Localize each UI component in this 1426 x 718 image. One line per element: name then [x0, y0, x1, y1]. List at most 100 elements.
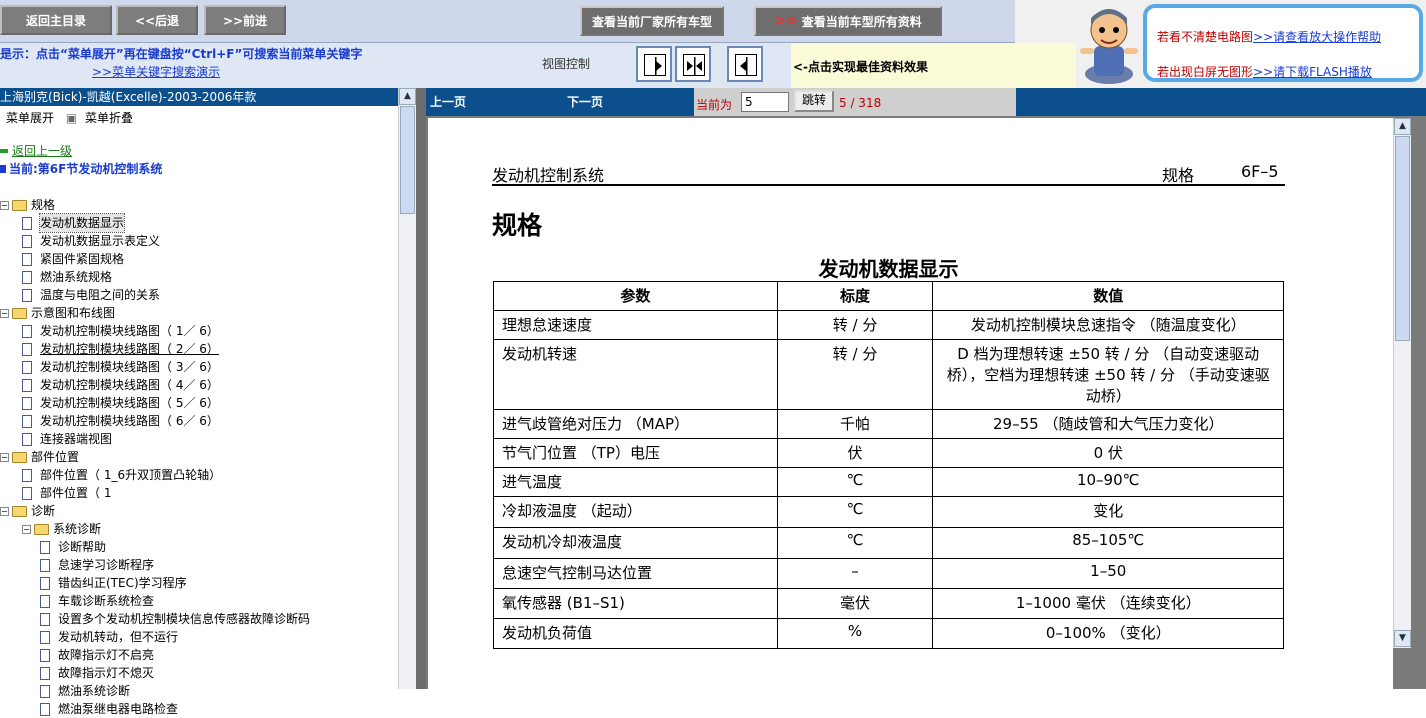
- tree-item[interactable]: 故障指示灯不熄灭: [40, 664, 154, 682]
- page-number-input[interactable]: [741, 92, 789, 112]
- collapse-toggle-icon[interactable]: −: [0, 506, 9, 516]
- collapse-toggle-icon[interactable]: −: [0, 308, 9, 318]
- folder-icon: [34, 523, 49, 535]
- tree-item[interactable]: 车载诊断系统检查: [40, 592, 154, 610]
- tree-item[interactable]: 设置多个发动机控制模块信息传感器故障诊断码: [40, 610, 310, 628]
- page-icon: [22, 288, 32, 302]
- param-cell: 节气门位置 （TP）电压: [493, 438, 778, 468]
- tree-item[interactable]: 发动机转动，但不运行: [40, 628, 178, 646]
- page-icon: [40, 648, 50, 662]
- tree-item[interactable]: 紧固件紧固规格: [22, 250, 124, 268]
- view-left-button[interactable]: [727, 46, 763, 82]
- collapse-box-icon: ▣: [65, 111, 78, 125]
- arrow-left-icon: [740, 57, 748, 75]
- menu-collapse-button[interactable]: 菜单折叠: [85, 111, 133, 125]
- flash-download-link[interactable]: >>请下载FLASH播放: [1253, 65, 1372, 79]
- scroll-thumb[interactable]: [400, 106, 415, 214]
- tree-label: 发动机转动，但不运行: [58, 630, 179, 644]
- view-split-button[interactable]: [675, 46, 711, 82]
- tree-item[interactable]: 故障指示灯不启亮: [40, 646, 154, 664]
- table-row: 节气门位置 （TP）电压伏 0 伏: [493, 438, 1284, 468]
- zoom-help-link[interactable]: >>请查看放大操作帮助: [1253, 30, 1381, 44]
- doc-scroll-down-icon[interactable]: ▼: [1394, 630, 1411, 647]
- tree-item[interactable]: 部件位置（ 1: [22, 484, 111, 502]
- page-icon: [40, 594, 50, 608]
- tree-folder[interactable]: − 诊断: [0, 502, 55, 520]
- tree-item[interactable]: 怠速学习诊断程序: [40, 556, 154, 574]
- tree-label: 故障指示灯不启亮: [58, 648, 155, 662]
- view-right-button[interactable]: [636, 46, 672, 82]
- tree-item[interactable]: 部件位置（ 1_6升双顶置凸轮轴）: [22, 466, 221, 484]
- tree-item[interactable]: 发动机数据显示表定义: [22, 232, 160, 250]
- document-viewer: 发动机控制系统 规格 6F–5 规格 发动机数据显示 参数 标度 数值 理想怠速速度…: [426, 116, 1426, 689]
- tree-folder[interactable]: − 规格: [0, 196, 55, 214]
- unit-cell: 千帕: [776, 409, 934, 439]
- all-docs-button[interactable]: >> 查看当前车型所有资料: [754, 6, 942, 36]
- table-header-row: 参数 标度 数值: [493, 281, 1284, 311]
- scroll-up-icon[interactable]: ▲: [399, 88, 416, 105]
- nav-row: 返回主目录 <<后退 >>前进 查看当前厂家所有车型 >> 查看当前车型所有资料: [0, 0, 1015, 43]
- collapse-toggle-icon[interactable]: −: [0, 452, 9, 462]
- search-hint: 是示：点击“菜单展开”再在键盘按“Ctrl+F”可搜索当前菜单关键字: [0, 47, 363, 61]
- tree-item[interactable]: 发动机控制模块线路图（ 5／ 6）: [22, 394, 219, 412]
- tree-folder[interactable]: − 系统诊断: [22, 520, 101, 538]
- param-cell: 冷却液温度 （起动）: [493, 496, 778, 528]
- param-cell: 进气歧管绝对压力 （MAP）: [493, 409, 778, 439]
- help-line-flash: 若出现白屏无图形>>请下载FLASH播放: [1157, 65, 1372, 79]
- page-icon: [22, 360, 32, 374]
- tree-label: 发动机数据显示: [38, 213, 126, 233]
- tree-folder[interactable]: − 部件位置: [0, 448, 79, 466]
- tree-label: 设置多个发动机控制模块信息传感器故障诊断码: [58, 612, 311, 626]
- page-icon: [40, 684, 50, 698]
- tree-item[interactable]: 发动机控制模块线路图（ 2／ 6）: [22, 340, 219, 358]
- search-demo-link[interactable]: >>菜单关键字搜索演示: [92, 63, 220, 80]
- table-row: 发动机冷却液温度 ℃ 85–105℃: [493, 527, 1284, 559]
- tree-item[interactable]: 燃油系统诊断: [40, 682, 130, 700]
- tree-item[interactable]: 错齿纠正(TEC)学习程序: [40, 574, 187, 592]
- tree-label: 燃油系统规格: [40, 270, 113, 284]
- value-cell: D 档为理想转速 ±50 转 / 分 （自动变速驱动桥），空档为理想转速 ±50…: [932, 339, 1284, 410]
- jump-button[interactable]: 跳转: [794, 90, 834, 112]
- tree-folder[interactable]: − 示意图和布线图: [0, 304, 115, 322]
- tree-item[interactable]: 发动机控制模块线路图（ 3／ 6）: [22, 358, 219, 376]
- tree-item[interactable]: 连接器端视图: [22, 430, 112, 448]
- doc-scroll-thumb[interactable]: [1395, 136, 1410, 341]
- unit-cell: 毫伏: [776, 588, 934, 619]
- home-button[interactable]: 返回主目录: [0, 5, 112, 35]
- menu-scrollbar[interactable]: ▲: [398, 88, 416, 689]
- tree-item[interactable]: 燃油泵继电器电路检查: [40, 700, 178, 718]
- tree-label: 规格: [31, 198, 56, 212]
- tree-label: 错齿纠正(TEC)学习程序: [58, 576, 187, 590]
- tree-item[interactable]: 诊断帮助: [40, 538, 106, 556]
- back-button[interactable]: <<后退: [116, 5, 198, 35]
- next-page-button[interactable]: 下一页: [567, 93, 603, 110]
- unit-cell: 伏: [776, 438, 934, 468]
- param-cell: 发动机转速: [493, 339, 778, 410]
- collapse-toggle-icon[interactable]: −: [0, 200, 9, 210]
- vehicle-title: 上海别克(Bick)-凯越(Excelle)-2003-2006年款: [0, 88, 398, 106]
- document-page: 发动机控制系统 规格 6F–5 规格 发动机数据显示 参数 标度 数值 理想怠速速度…: [428, 118, 1393, 689]
- page-icon: [40, 702, 50, 716]
- tree-item[interactable]: 发动机控制模块线路图（ 1／ 6）: [22, 322, 219, 340]
- arrow-right-icon: [655, 57, 662, 75]
- tree-item[interactable]: 发动机控制模块线路图（ 4／ 6）: [22, 376, 219, 394]
- panel-divider[interactable]: [416, 88, 426, 689]
- tree-label: 车载诊断系统检查: [58, 594, 155, 608]
- tree-item[interactable]: 温度与电阻之间的关系: [22, 286, 160, 304]
- doc-scroll-up-icon[interactable]: ▲: [1394, 118, 1411, 135]
- menu-controls: 菜单展开 ▣ 菜单折叠: [6, 109, 133, 126]
- back-up-link[interactable]: 返回上一级: [0, 142, 72, 160]
- tree-label: 诊断帮助: [58, 540, 107, 554]
- page-icon: [22, 414, 32, 428]
- all-models-button[interactable]: 查看当前厂家所有车型: [580, 6, 724, 36]
- tree-item[interactable]: 发动机数据显示: [22, 213, 126, 233]
- tree-label: 部件位置（ 1_6升双顶置凸轮轴）: [40, 468, 222, 482]
- forward-button[interactable]: >>前进: [204, 5, 286, 35]
- collapse-toggle-icon[interactable]: −: [22, 524, 31, 534]
- tree-item[interactable]: 发动机控制模块线路图（ 6／ 6）: [22, 412, 219, 430]
- menu-expand-button[interactable]: 菜单展开: [6, 111, 54, 125]
- document-scrollbar[interactable]: ▲ ▼: [1393, 118, 1411, 648]
- tree-item[interactable]: 燃油系统规格: [22, 268, 112, 286]
- prev-page-button[interactable]: 上一页: [430, 93, 466, 110]
- unit-cell: ℃: [776, 496, 934, 528]
